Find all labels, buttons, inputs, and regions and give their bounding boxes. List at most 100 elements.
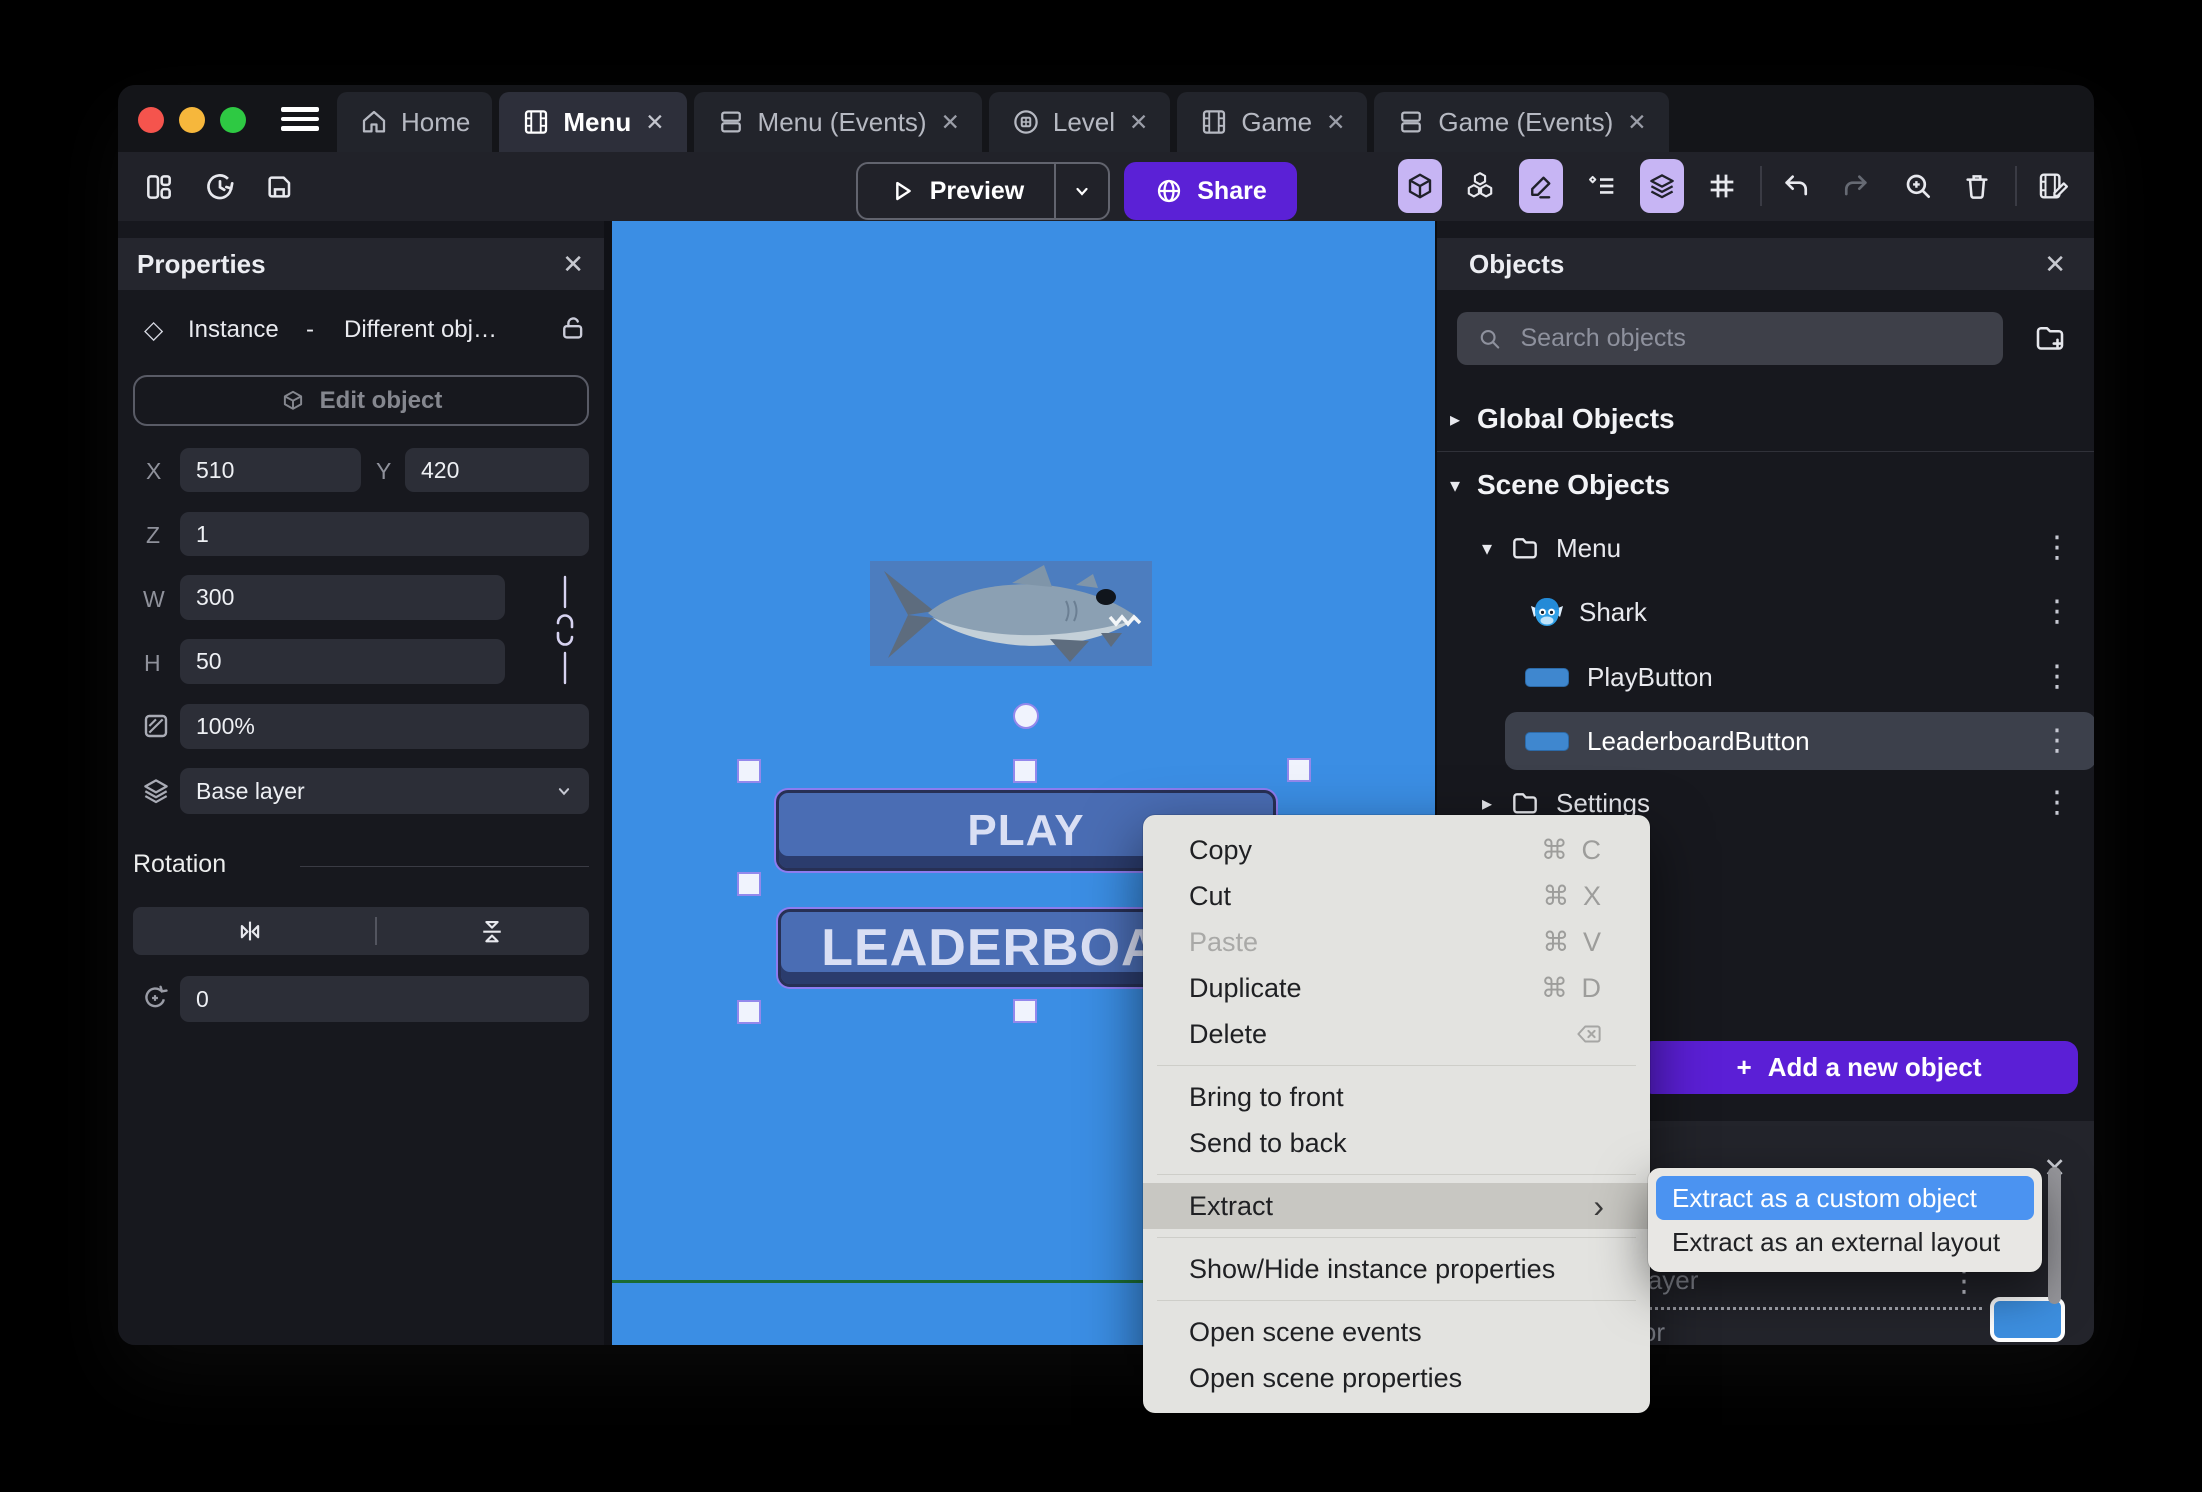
submenu-item-extract-custom-object[interactable]: Extract as a custom object <box>1656 1176 2034 1220</box>
rotation-field[interactable]: 0 <box>180 976 589 1022</box>
submenu-item-extract-external-layout[interactable]: Extract as an external layout <box>1656 1220 2034 1264</box>
add-new-object-button[interactable]: + Add a new object <box>1640 1041 2078 1094</box>
selection-handle-top-left[interactable] <box>737 759 761 783</box>
collapse-icon[interactable]: ▾ <box>1475 536 1499 561</box>
events-icon <box>720 111 741 133</box>
kebab-menu-icon[interactable]: ⋮ <box>2042 788 2072 818</box>
expand-icon[interactable]: ▸ <box>1475 791 1499 816</box>
menu-item-send-to-back[interactable]: Send to back <box>1143 1120 1650 1166</box>
layer-select[interactable]: Base layer <box>180 768 589 814</box>
object-row-leaderboardbutton[interactable]: LeaderboardButton ⋮ <box>1437 715 2094 767</box>
main-menu-icon[interactable] <box>281 107 319 131</box>
flip-horizontal-icon[interactable] <box>235 916 265 946</box>
scene-edit-icon <box>2039 173 2069 199</box>
selection-handle-top-center[interactable] <box>1013 759 1037 783</box>
redo-icon <box>1844 175 1867 196</box>
opacity-field[interactable]: 100% <box>180 704 589 749</box>
add-folder-icon[interactable] <box>2032 320 2068 356</box>
tab-menu[interactable]: Menu ✕ <box>499 92 687 152</box>
flip-vertical-icon[interactable] <box>477 916 507 946</box>
close-icon[interactable]: ✕ <box>645 109 664 136</box>
close-window-button[interactable] <box>138 107 164 133</box>
button-object-thumbnail <box>1525 667 1569 687</box>
scrollbar-thumb[interactable] <box>2048 1167 2061 1304</box>
preview-button[interactable]: Preview <box>858 177 1054 206</box>
open-project-manager-button[interactable] <box>140 168 178 206</box>
minimize-window-button[interactable] <box>179 107 205 133</box>
close-icon[interactable]: ✕ <box>1326 109 1345 136</box>
height-field[interactable]: 50 <box>180 639 505 684</box>
object-row-playbutton[interactable]: PlayButton ⋮ <box>1437 651 2094 703</box>
history-button[interactable] <box>201 168 239 206</box>
button-object-thumbnail <box>1525 731 1569 751</box>
object-label: LeaderboardButton <box>1587 725 1810 756</box>
menu-item-copy[interactable]: Copy ⌘ C <box>1143 827 1650 873</box>
width-field[interactable]: 300 <box>180 575 505 620</box>
selection-handle-middle-left[interactable] <box>737 872 761 896</box>
delete-button[interactable] <box>1955 164 1999 208</box>
object-row-shark[interactable]: Shark ⋮ <box>1437 586 2094 638</box>
expand-icon[interactable]: ▸ <box>1443 407 1467 432</box>
properties-header: Properties ✕ <box>118 238 604 290</box>
close-icon[interactable]: ✕ <box>2044 249 2066 280</box>
tab-game[interactable]: Game ✕ <box>1177 92 1368 152</box>
save-button[interactable] <box>260 168 298 206</box>
kebab-menu-icon[interactable]: ⋮ <box>2042 726 2072 756</box>
instance-list-button[interactable] <box>1580 164 1624 208</box>
object-mode-button[interactable] <box>1398 159 1442 213</box>
menu-item-delete[interactable]: Delete <box>1143 1011 1650 1057</box>
zoom-button[interactable] <box>1896 164 1940 208</box>
level-icon <box>1014 110 1038 134</box>
global-objects-row[interactable]: ▸ Global Objects <box>1437 393 2094 445</box>
opacity-icon <box>144 714 168 738</box>
edit-mode-button[interactable] <box>1519 159 1563 213</box>
search-input[interactable] <box>1518 323 1983 354</box>
share-button[interactable]: Share <box>1124 162 1297 220</box>
instances-button[interactable] <box>1458 164 1502 208</box>
close-icon[interactable]: ✕ <box>1627 109 1646 136</box>
instance-kind-label: Instance <box>188 316 279 343</box>
menu-item-extract[interactable]: Extract › <box>1143 1183 1650 1229</box>
preview-options-button[interactable] <box>1054 164 1108 218</box>
tab-level[interactable]: Level ✕ <box>988 92 1171 152</box>
redo-button[interactable] <box>1834 164 1878 208</box>
tab-game-events[interactable]: Game (Events) ✕ <box>1374 92 1669 152</box>
kebab-menu-icon[interactable]: ⋮ <box>2042 662 2072 692</box>
kebab-menu-icon[interactable]: ⋮ <box>2042 597 2072 627</box>
menu-item-show-hide-instance-properties[interactable]: Show/Hide instance properties <box>1143 1246 1650 1292</box>
rotate-handle[interactable] <box>1013 703 1039 729</box>
close-icon[interactable]: ✕ <box>562 249 584 280</box>
shortcut-label: ⌘ D <box>1541 972 1604 1003</box>
tab-label: Level <box>1052 106 1116 137</box>
menu-item-cut[interactable]: Cut ⌘ X <box>1143 873 1650 919</box>
x-field[interactable]: 510 <box>180 448 361 492</box>
menu-item-open-scene-events[interactable]: Open scene events <box>1143 1309 1650 1355</box>
tab-home[interactable]: Home <box>337 92 493 152</box>
close-icon[interactable]: ✕ <box>1129 109 1148 136</box>
link-dimensions-icon[interactable] <box>543 575 587 685</box>
y-field[interactable]: 420 <box>405 448 589 492</box>
layers-panel-button[interactable] <box>1640 159 1684 213</box>
edit-scene-properties-button[interactable] <box>2031 164 2075 208</box>
z-field[interactable]: 1 <box>180 512 589 556</box>
close-icon[interactable]: ✕ <box>941 109 960 136</box>
menu-item-duplicate[interactable]: Duplicate ⌘ D <box>1143 965 1650 1011</box>
share-label: Share <box>1197 176 1267 205</box>
search-box[interactable] <box>1457 312 2003 365</box>
zoom-window-button[interactable] <box>220 107 246 133</box>
unlock-icon[interactable] <box>558 313 588 343</box>
menu-item-open-scene-properties[interactable]: Open scene properties <box>1143 1355 1650 1401</box>
selection-handle-bottom-left[interactable] <box>737 1000 761 1024</box>
kebab-menu-icon[interactable]: ⋮ <box>2042 533 2072 563</box>
selection-handle-top-right[interactable] <box>1287 758 1311 782</box>
undo-button[interactable] <box>1774 164 1818 208</box>
shark-sprite[interactable] <box>870 561 1152 666</box>
menu-item-bring-to-front[interactable]: Bring to front <box>1143 1074 1650 1120</box>
tab-menu-events[interactable]: Menu (Events) ✕ <box>693 92 982 152</box>
edit-object-button[interactable]: Edit object <box>133 375 589 426</box>
folder-row-menu[interactable]: ▾ Menu ⋮ <box>1437 522 2094 574</box>
grid-button[interactable] <box>1700 164 1744 208</box>
selection-handle-bottom-center[interactable] <box>1013 999 1037 1023</box>
collapse-icon[interactable]: ▾ <box>1443 473 1467 498</box>
scene-objects-row[interactable]: ▾ Scene Objects <box>1437 459 2094 511</box>
